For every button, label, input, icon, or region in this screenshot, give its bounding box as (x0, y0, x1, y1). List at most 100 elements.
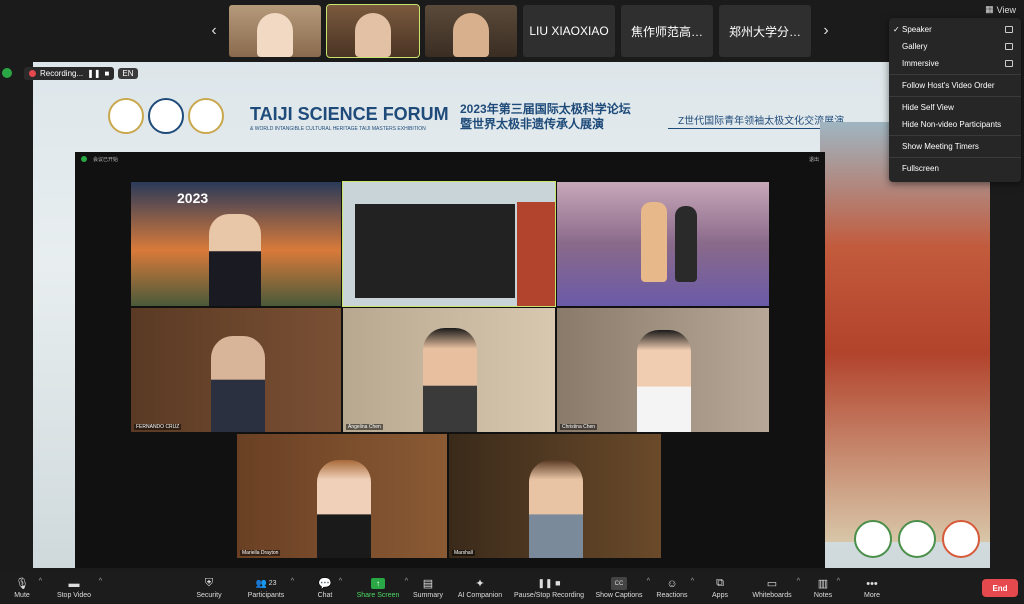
security-button[interactable]: ⛨ Security (192, 572, 226, 604)
chevron-up-icon[interactable]: ^ (837, 578, 840, 585)
menu-item-immersive[interactable]: Immersive (889, 55, 1021, 72)
recording-indicator[interactable]: Recording... ❚❚ ■ (24, 66, 115, 80)
apps-label: Apps (712, 592, 728, 599)
video-tile: Marshall (449, 434, 661, 558)
pause-stop-recording-label: Pause/Stop Recording (513, 592, 585, 599)
speaker-layout-icon (1005, 26, 1013, 33)
summary-button[interactable]: ▤ Summary (412, 572, 444, 604)
sponsor-logo (898, 520, 936, 558)
menu-item-hide-self-view[interactable]: Hide Self View (889, 99, 1021, 116)
temple-background-image (517, 202, 555, 306)
notes-button[interactable]: ▥ Notes ^ (812, 572, 840, 604)
summary-icon: ▤ (422, 578, 434, 590)
reactions-icon: ☺ (666, 577, 678, 590)
forum-title-chinese-line1: 2023年第三届国际太极科学论坛 (460, 102, 631, 116)
view-menu: ✓ Speaker Gallery Immersive Follow Host'… (889, 18, 1021, 182)
menu-item-follow-host-video-order[interactable]: Follow Host's Video Order (889, 77, 1021, 94)
more-button[interactable]: ••• More (862, 572, 882, 604)
video-tile: Mariella Drayton (237, 434, 447, 558)
menu-divider (889, 96, 1021, 97)
video-tile: Angelina Chen (343, 308, 555, 432)
chevron-right-icon[interactable]: › (817, 4, 835, 58)
sparkle-icon: ✦ (475, 578, 485, 590)
end-meeting-button[interactable]: End (982, 579, 1018, 597)
captions-icon: CC (611, 577, 627, 590)
mute-button[interactable]: 🎙 Mute ^ (8, 572, 42, 604)
chevron-up-icon[interactable]: ^ (339, 578, 342, 585)
chevron-left-icon[interactable]: ‹ (205, 4, 223, 58)
participant-thumbnail[interactable] (229, 5, 321, 57)
security-label: Security (196, 592, 222, 599)
participant-thumbnail[interactable] (425, 5, 517, 57)
language-badge[interactable]: EN (118, 67, 138, 79)
tile-name-label: Marshall (452, 550, 475, 556)
participant-name-tile[interactable]: LIU XIAOXIAO (523, 5, 615, 57)
captions-icon-text: CC (614, 580, 624, 587)
menu-item-label: Hide Non-video Participants (902, 120, 1002, 129)
menu-item-gallery[interactable]: Gallery (889, 38, 1021, 55)
chevron-up-icon[interactable]: ^ (647, 578, 650, 585)
shield-icon (2, 68, 12, 78)
stop-video-button[interactable]: ▬ Stop Video ^ (52, 572, 102, 604)
notes-icon: ▥ (817, 578, 829, 590)
menu-item-show-meeting-timers[interactable]: Show Meeting Timers (889, 138, 1021, 155)
participant-video (257, 13, 293, 57)
stop-video-label: Stop Video (56, 592, 92, 599)
forum-subtitle: & WORLD INTANGIBLE CULTURAL HERITAGE TAI… (250, 126, 426, 132)
menu-item-fullscreen[interactable]: Fullscreen (889, 160, 1021, 177)
ai-companion-button[interactable]: ✦ AI Companion (456, 572, 504, 604)
sponsor-logo (854, 520, 892, 558)
notes-label: Notes (813, 592, 833, 599)
stop-icon[interactable]: ■ (105, 69, 110, 78)
pause-stop-recording-button[interactable]: ❚❚ ■ Pause/Stop Recording (510, 572, 588, 604)
chevron-up-icon[interactable]: ^ (291, 578, 294, 585)
sponsor-logo (942, 520, 980, 558)
reactions-button[interactable]: ☺ Reactions ^ (656, 572, 694, 604)
participant-name-tile[interactable]: 郑州大学分… (719, 5, 811, 57)
recording-bar: Recording... ❚❚ ■ EN (0, 66, 138, 80)
participant-video (453, 13, 489, 57)
recording-label: Recording... (40, 68, 84, 78)
chat-label: Chat (317, 592, 333, 599)
chevron-up-icon[interactable]: ^ (405, 578, 408, 585)
menu-item-label: Fullscreen (902, 164, 939, 173)
video-filmstrip: ‹ LIU XIAOXIAO 焦作师范高… 郑州大学分… › (205, 4, 835, 58)
tile-name-label: FERNANDO CRUZ (134, 424, 182, 430)
pause-stop-icon: ❚❚ ■ (537, 578, 561, 588)
pause-icon[interactable]: ❚❚ (87, 69, 100, 78)
checkmark-icon: ✓ (893, 25, 900, 34)
apps-button[interactable]: ⧉ Apps (710, 572, 730, 604)
participant-video (355, 13, 391, 57)
apps-icon: ⧉ (716, 577, 724, 589)
menu-item-label: Immersive (902, 59, 939, 68)
participants-button[interactable]: 👥 23 Participants ^ (244, 572, 294, 604)
chevron-up-icon[interactable]: ^ (797, 578, 800, 585)
view-button[interactable]: ▦ View (985, 4, 1016, 15)
menu-item-speaker[interactable]: ✓ Speaker (889, 21, 1021, 38)
share-screen-button[interactable]: ↑ Share Screen ^ (354, 572, 408, 604)
performer (675, 206, 697, 282)
whiteboard-icon: ▭ (766, 578, 778, 590)
menu-item-hide-non-video[interactable]: Hide Non-video Participants (889, 116, 1021, 133)
shield-icon (81, 156, 87, 162)
participant-video (423, 328, 477, 432)
participant-thumbnail[interactable] (326, 4, 420, 58)
tile-name-label: Angelina Chen (346, 424, 383, 430)
menu-item-label: Gallery (902, 42, 928, 51)
chevron-up-icon[interactable]: ^ (39, 578, 42, 585)
show-captions-button[interactable]: CC Show Captions ^ (594, 572, 650, 604)
video-tile (342, 181, 556, 307)
more-icon: ••• (866, 577, 878, 590)
chat-button[interactable]: 💬 Chat ^ (314, 572, 342, 604)
menu-divider (889, 74, 1021, 75)
menu-item-label: Show Meeting Timers (902, 142, 979, 151)
chevron-up-icon[interactable]: ^ (691, 578, 694, 585)
shield-icon: ⛨ (204, 577, 214, 589)
menu-item-label: Speaker (902, 25, 932, 34)
recording-dot-icon (29, 69, 36, 77)
chevron-up-icon[interactable]: ^ (99, 578, 102, 585)
participant-name-tile[interactable]: 焦作师范高… (621, 5, 713, 57)
whiteboards-button[interactable]: ▭ Whiteboards ^ (750, 572, 800, 604)
ai-companion-label: AI Companion (457, 592, 503, 599)
participant-count: 23 (268, 580, 277, 587)
